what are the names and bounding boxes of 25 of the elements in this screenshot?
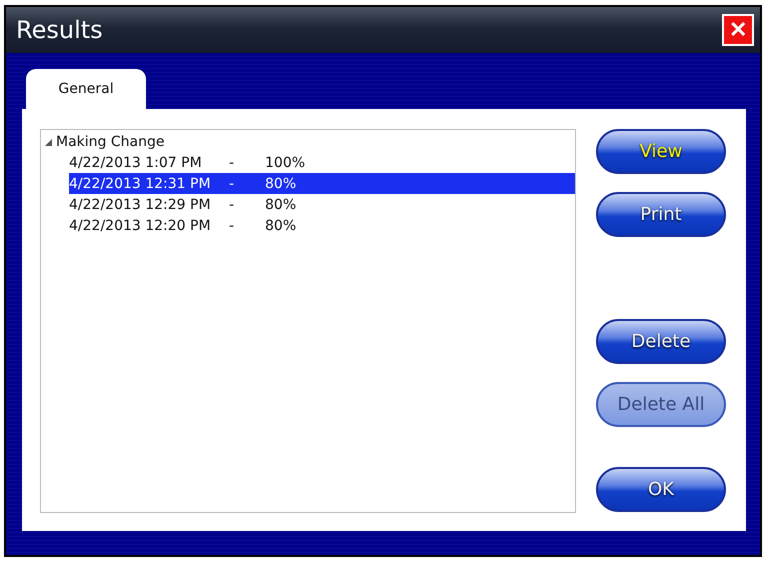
action-button[interactable]: Delete: [596, 319, 726, 364]
separator-dash: -: [229, 218, 236, 234]
tree-node-label[interactable]: Making Change: [56, 134, 164, 150]
action-button[interactable]: View: [596, 129, 726, 174]
action-button[interactable]: Print: [596, 192, 726, 237]
result-date: 4/22/2013 12:29 PM: [69, 196, 212, 212]
result-row[interactable]: 4/22/2013 12:29 PM - 80%: [69, 194, 575, 215]
window-title: Results: [16, 16, 103, 44]
expand-triangle-icon[interactable]: [45, 138, 52, 146]
result-score: 80%: [265, 176, 296, 192]
result-row[interactable]: 4/22/2013 12:20 PM - 80%: [69, 215, 575, 236]
result-score: 100%: [265, 154, 306, 170]
result-row[interactable]: 4/22/2013 12:31 PM - 80%: [69, 173, 575, 194]
separator-dash: -: [229, 176, 236, 192]
result-score: 80%: [265, 218, 296, 234]
result-date: 4/22/2013 12:20 PM: [69, 218, 212, 234]
separator-dash: -: [229, 154, 236, 170]
result-row[interactable]: 4/22/2013 1:07 PM - 100%: [69, 152, 575, 173]
tab[interactable]: General: [26, 69, 146, 109]
result-date: 4/22/2013 1:07 PM: [69, 154, 203, 170]
result-date: 4/22/2013 12:31 PM: [69, 176, 212, 192]
action-button[interactable]: OK: [596, 467, 726, 512]
result-score: 80%: [265, 196, 296, 212]
separator-dash: -: [229, 196, 236, 212]
close-button[interactable]: ✕: [722, 14, 754, 46]
